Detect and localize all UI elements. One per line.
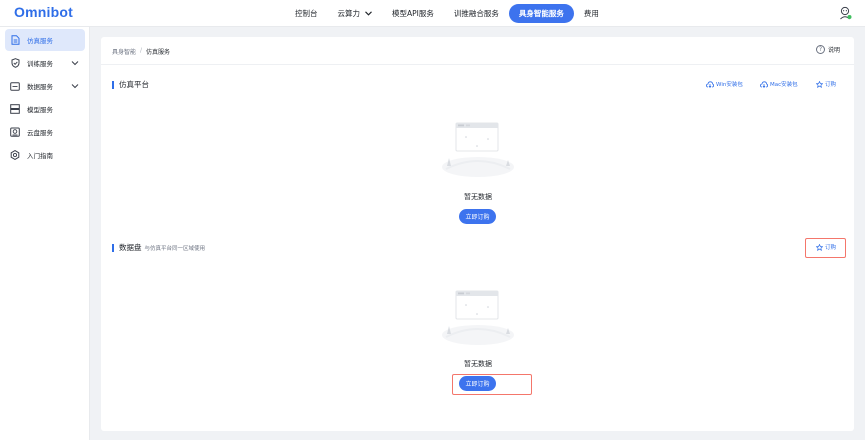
section-marker bbox=[112, 80, 114, 89]
empty-text: 暂无数据 bbox=[464, 193, 492, 201]
subscribe-label: 订购 bbox=[825, 82, 837, 88]
breadcrumb-separator: / bbox=[140, 47, 143, 54]
section-title-text: 仿真平台 bbox=[119, 80, 149, 89]
subscribe-label: 订购 bbox=[825, 245, 837, 251]
sidebar-item-label: 训练服务 bbox=[27, 60, 53, 68]
omnibot-logo[interactable]: Omnibot bbox=[14, 4, 73, 20]
cloud-disk-icon bbox=[10, 127, 20, 137]
avatar[interactable] bbox=[838, 6, 852, 20]
top-bar: Omnibot 控制台 云算力 模型API服务 训推融合服务 具身智能服务 费用 bbox=[0, 0, 865, 27]
nav-train-infer[interactable]: 训推融合服务 bbox=[444, 4, 509, 23]
sidebar-item-label: 云盘服务 bbox=[27, 129, 53, 137]
divider bbox=[101, 64, 854, 65]
win-download-link[interactable]: Win安装包 bbox=[706, 80, 743, 88]
section-title-text: 数据盘 bbox=[119, 243, 142, 252]
user-avatar-icon bbox=[840, 6, 852, 20]
win-download-label: Win安装包 bbox=[716, 82, 743, 88]
disk-subscribe-link[interactable]: 订购 bbox=[816, 243, 836, 251]
sidebar-item-label: 入门指南 bbox=[27, 152, 53, 160]
nav-embodied-ai[interactable]: 具身智能服务 bbox=[508, 4, 574, 23]
shield-icon bbox=[10, 58, 20, 68]
nav-model-api[interactable]: 模型API服务 bbox=[382, 4, 444, 23]
nav-billing[interactable]: 费用 bbox=[574, 4, 609, 23]
star-icon bbox=[816, 243, 823, 251]
sidebar-item-simulation[interactable]: 仿真服务 bbox=[5, 29, 85, 51]
sidebar-item-training[interactable]: 训练服务 bbox=[5, 52, 85, 74]
server-icon bbox=[10, 104, 20, 114]
chevron-down-icon bbox=[71, 82, 79, 90]
sidebar-item-label: 仿真服务 bbox=[27, 37, 53, 45]
cloud-download-icon bbox=[760, 80, 768, 88]
breadcrumb-parent[interactable]: 具身智能 bbox=[112, 47, 136, 56]
star-icon bbox=[816, 80, 823, 88]
section-subtitle: 与仿真平台同一区域使用 bbox=[144, 245, 206, 252]
sidebar-item-guide[interactable]: 入门指南 bbox=[5, 144, 85, 166]
section-title-platform: 仿真平台 bbox=[112, 79, 149, 90]
sidebar-item-cloud-disk[interactable]: 云盘服务 bbox=[5, 121, 85, 143]
section-marker bbox=[112, 243, 114, 252]
help-button[interactable]: ? 说明 bbox=[815, 45, 840, 54]
empty-illustration bbox=[438, 119, 518, 179]
chevron-down-icon bbox=[365, 9, 372, 18]
document-icon bbox=[10, 35, 20, 45]
section-title-disk: 数据盘 与仿真平台同一区域使用 bbox=[112, 242, 205, 253]
subscribe-now-button[interactable]: 立即订购 bbox=[459, 376, 496, 391]
mac-download-link[interactable]: Mac安装包 bbox=[760, 80, 798, 88]
empty-illustration bbox=[438, 287, 518, 347]
main-panel: 具身智能 / 仿真服务 ? 说明 仿真平台 Win安装包 Mac安装包 订购 暂… bbox=[101, 37, 854, 431]
database-icon bbox=[10, 81, 20, 91]
nav-console[interactable]: 控制台 bbox=[285, 4, 328, 23]
sidebar-item-label: 模型服务 bbox=[27, 106, 53, 114]
main-nav: 控制台 云算力 模型API服务 训推融合服务 具身智能服务 费用 bbox=[285, 4, 609, 23]
cloud-download-icon bbox=[706, 80, 714, 88]
sidebar-item-model[interactable]: 模型服务 bbox=[5, 98, 85, 120]
sidebar-item-label: 数据服务 bbox=[27, 83, 53, 91]
sidebar-item-data[interactable]: 数据服务 bbox=[5, 75, 85, 97]
help-label: 说明 bbox=[827, 47, 840, 54]
empty-text: 暂无数据 bbox=[464, 360, 492, 368]
chevron-down-icon bbox=[71, 59, 79, 67]
mac-download-label: Mac安装包 bbox=[770, 82, 798, 88]
breadcrumb-current: 仿真服务 bbox=[146, 49, 171, 56]
gear-icon bbox=[10, 150, 20, 160]
question-icon: ? bbox=[815, 45, 825, 54]
subscribe-now-button[interactable]: 立即订购 bbox=[459, 209, 496, 224]
sidebar: 仿真服务 训练服务 数据服务 模型服务 云盘服务 入门指南 bbox=[0, 27, 90, 440]
breadcrumb: 具身智能 / 仿真服务 bbox=[112, 47, 170, 56]
nav-cloud-compute[interactable]: 云算力 bbox=[328, 4, 383, 23]
platform-subscribe-link[interactable]: 订购 bbox=[816, 80, 836, 88]
